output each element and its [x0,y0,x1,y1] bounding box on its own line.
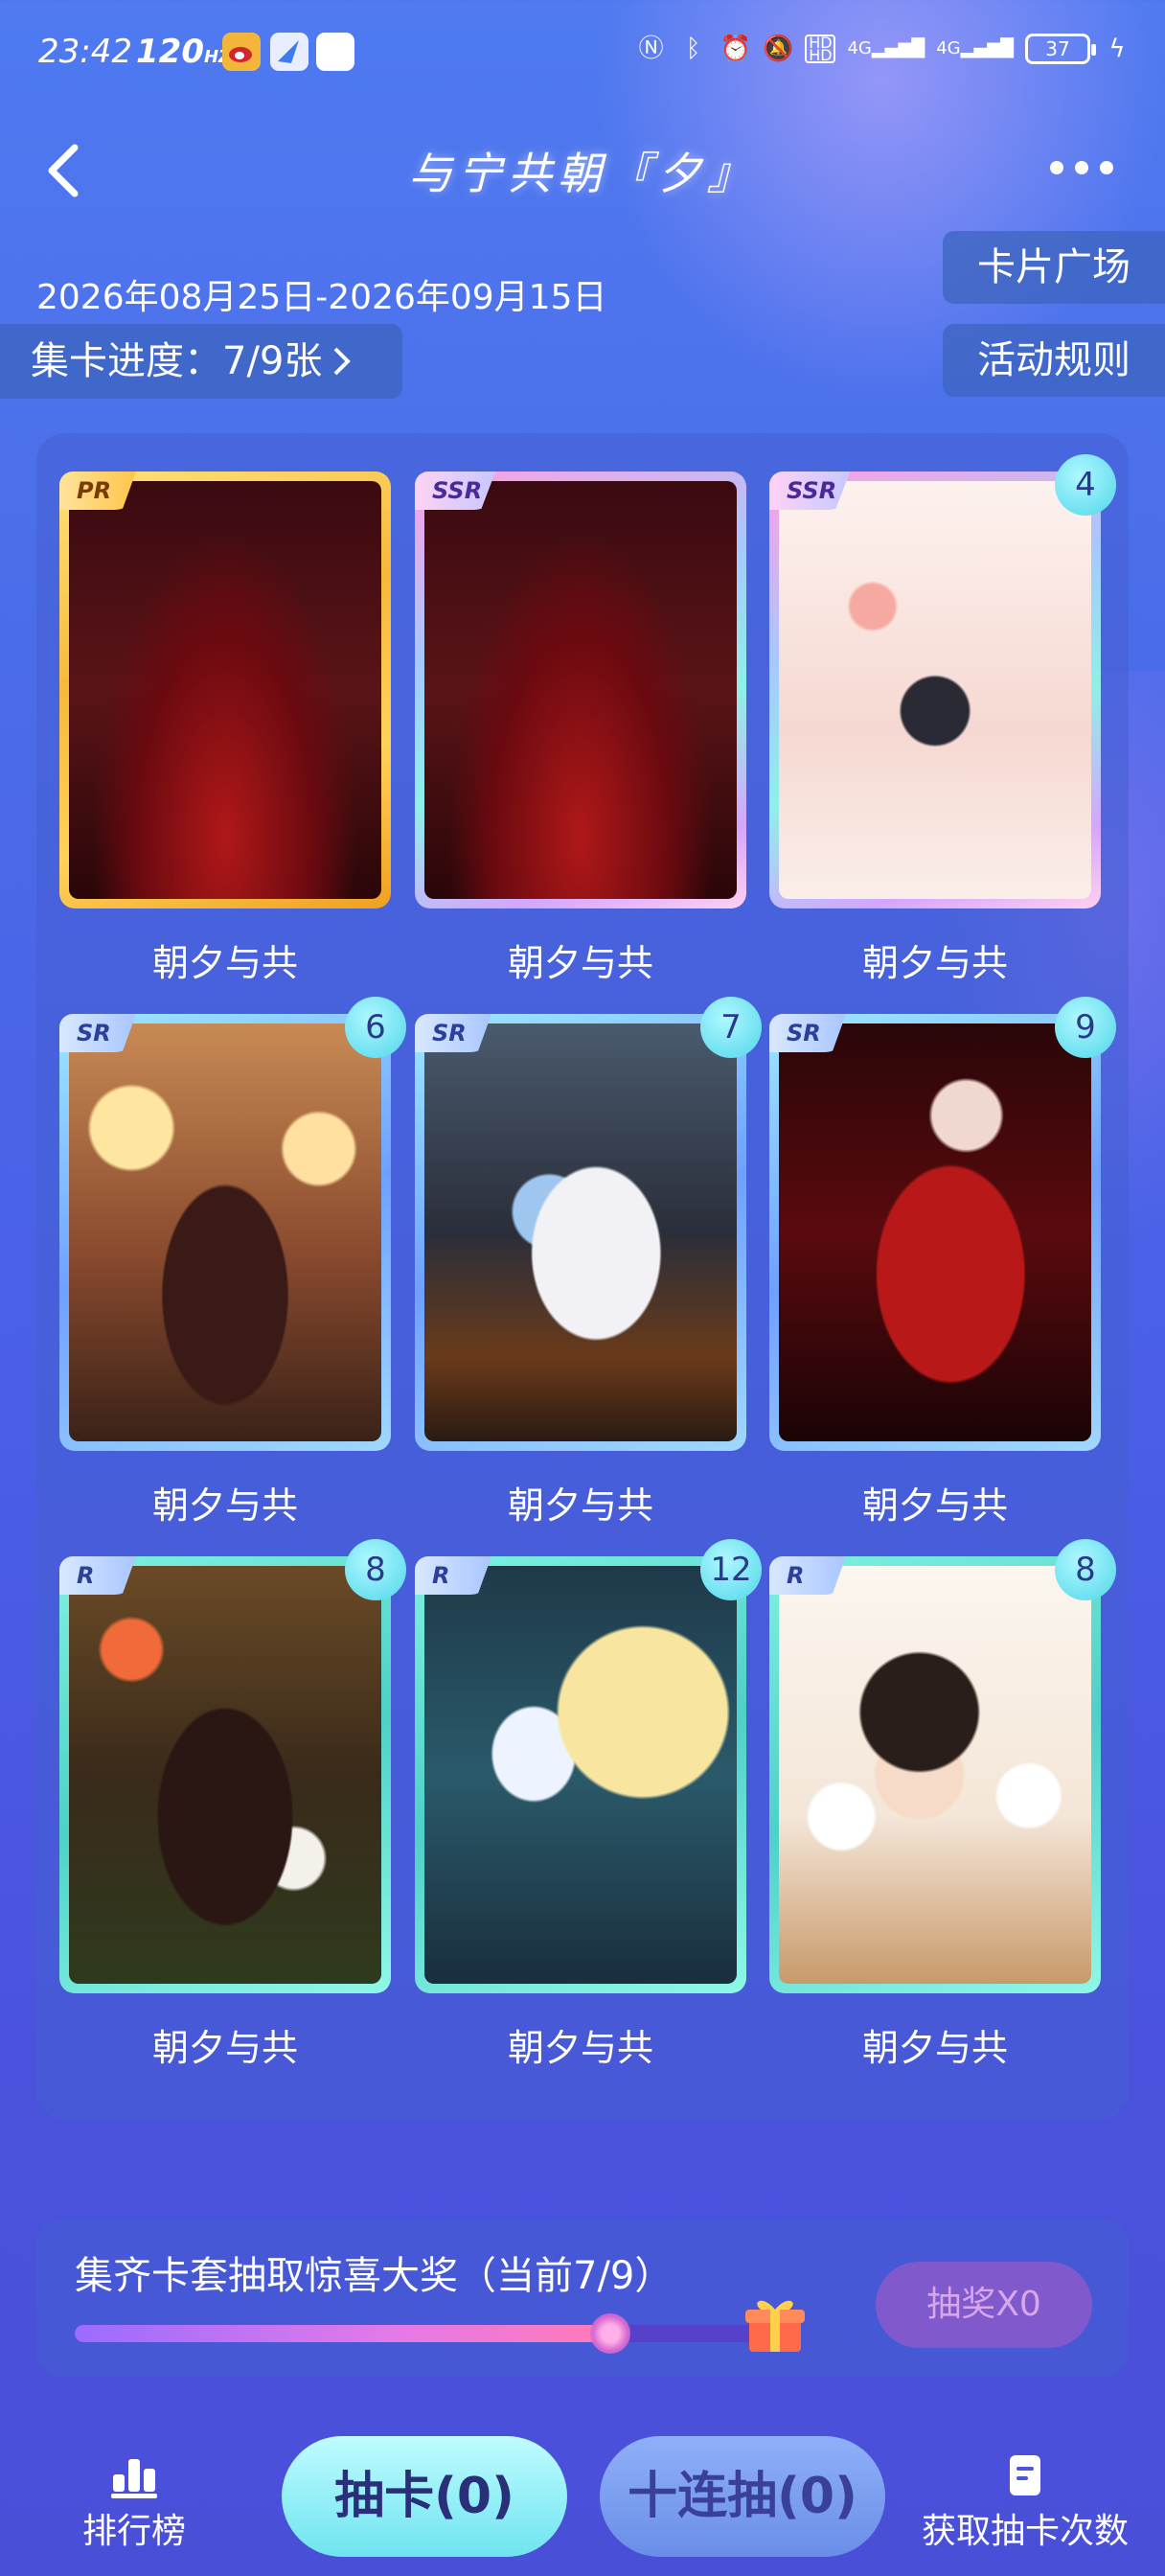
leaderboard-button[interactable]: 排行榜 [82,2453,186,2553]
more-menu-button[interactable] [1050,161,1113,174]
card-frame: R [415,1556,746,1993]
card-name: 朝夕与共 [151,2027,298,2069]
card-frame: R [59,1556,391,1993]
status-bar: 23:42 120HZ Ⓝ ᛒ ⏰ 🔕 HD HD 4G▂▄▆█ 4G▂▄▆█ 3… [0,0,1165,105]
card-count-badge: 8 [1055,1539,1116,1600]
document-icon [1010,2455,1040,2496]
charging-icon: ϟ [1108,34,1126,63]
card-grid: PR 朝夕与共 SSR 朝夕与共 SSR 4 朝夕与共 SR 6 朝夕与共 SR 7 朝夕与共 SR 9 朝夕… [36,433,1129,2120]
card-frame: SSR [769,472,1101,908]
card-item[interactable]: SR 9 朝夕与共 [769,997,1116,1531]
messenger-icon [270,33,308,71]
event-date-range: 2026年08月25日-2026年09月15日 [36,278,607,317]
card-count-badge: 4 [1055,454,1116,516]
card-image [779,1566,1091,1984]
card-item[interactable]: SR 6 朝夕与共 [59,997,406,1531]
card-name: 朝夕与共 [151,942,298,984]
card-image [69,481,381,899]
mute-icon: 🔕 [763,34,794,63]
card-count-badge: 9 [1055,997,1116,1058]
card-count-badge: 12 [700,1539,762,1600]
prize-progress-track [75,2313,763,2354]
card-item[interactable]: R 8 朝夕与共 [59,1539,406,2074]
alarm-icon: ⏰ [720,34,752,63]
bluetooth-icon: ᛒ [685,34,701,63]
card-image [69,1024,381,1441]
app-icon [316,33,354,71]
card-item[interactable]: SSR 4 朝夕与共 [769,454,1116,989]
card-image [424,481,737,899]
card-frame: PR [59,472,391,908]
refresh-rate: 120HZ [136,33,232,71]
prize-panel: 集齐卡套抽取惊喜大奖（当前7/9） 抽奖X0 [36,2220,1129,2377]
leaderboard-label: 排行榜 [82,2512,187,2551]
dot-icon [1100,161,1113,174]
signal-icon-2: 4G▂▄▆█ [936,38,1014,58]
card-name: 朝夕与共 [861,1484,1008,1527]
card-item[interactable]: PR 朝夕与共 [59,472,391,989]
card-frame: SSR [415,472,746,908]
card-frame: SR [415,1014,746,1451]
card-frame: SR [59,1014,391,1451]
card-image [424,1024,737,1441]
card-name: 朝夕与共 [861,2027,1008,2069]
card-image [779,1024,1091,1441]
chevron-right-icon [333,347,352,376]
gift-icon [745,2300,805,2352]
dot-icon [1075,161,1088,174]
battery-icon: 37 [1025,34,1096,64]
draw-card-button[interactable]: 抽卡(0) [282,2436,567,2557]
prize-progress-fill [75,2325,610,2342]
card-name: 朝夕与共 [507,1484,653,1527]
card-frame: SR [769,1014,1101,1451]
card-image [779,481,1091,899]
ten-draw-button[interactable]: 十连抽(0) [600,2436,885,2557]
card-item[interactable]: SR 7 朝夕与共 [415,997,762,1531]
rules-button[interactable]: 活动规则 [943,324,1165,397]
lottery-draw-button[interactable]: 抽奖X0 [876,2262,1092,2348]
prize-text: 集齐卡套抽取惊喜大奖（当前7/9） [75,2254,674,2298]
card-name: 朝夕与共 [507,942,653,984]
prize-progress-knob [590,2313,630,2354]
get-chances-label: 获取抽卡次数 [922,2512,1130,2551]
card-name: 朝夕与共 [151,1484,298,1527]
collection-progress-label: 集卡进度：7/9张 [31,339,323,383]
card-count-badge: 6 [345,997,406,1058]
hd-icon: HD HD [805,34,836,63]
card-item[interactable]: R 8 朝夕与共 [769,1539,1116,2074]
collection-progress-button[interactable]: 集卡进度：7/9张 [0,324,402,399]
card-item[interactable]: SSR 朝夕与共 [415,472,746,989]
card-count-badge: 7 [700,997,762,1058]
get-chances-button[interactable]: 获取抽卡次数 [922,2453,1129,2553]
card-plaza-button[interactable]: 卡片广场 [943,231,1165,304]
card-image [424,1566,737,1984]
signal-icon-1: 4G▂▄▆█ [847,38,925,58]
card-item[interactable]: R 12 朝夕与共 [415,1539,762,2074]
dot-icon [1050,161,1063,174]
card-frame: R [769,1556,1101,1993]
card-image [69,1566,381,1984]
weibo-icon [222,33,261,71]
leaderboard-icon [111,2459,157,2498]
card-count-badge: 8 [345,1539,406,1600]
status-time: 23:42 [38,33,132,71]
card-name: 朝夕与共 [861,942,1008,984]
card-name: 朝夕与共 [507,2027,653,2069]
page-title: 与宁共朝『夕』 [408,148,757,199]
nfc-icon: Ⓝ [638,34,664,63]
